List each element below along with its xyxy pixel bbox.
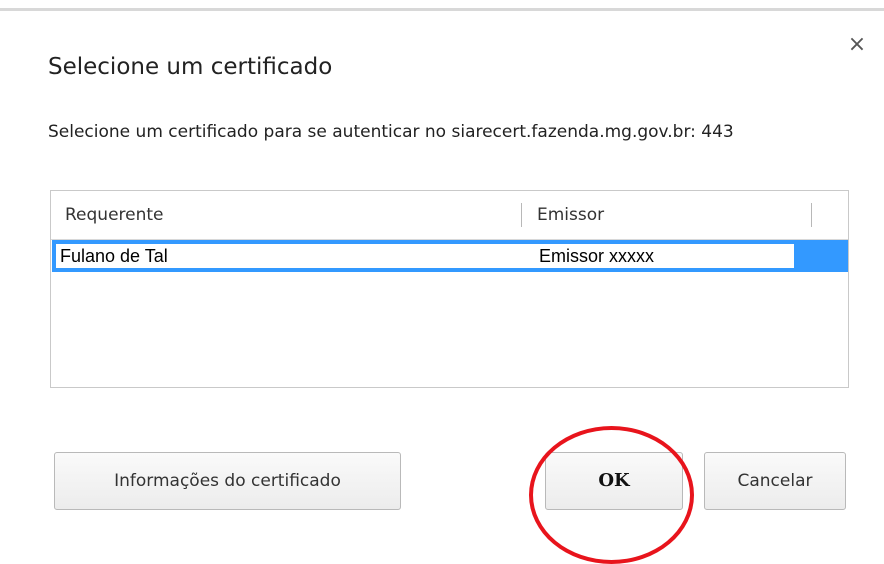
dialog-top-border [0,8,884,11]
certificate-table: Requerente Emissor Fulano de Tal Emissor… [50,190,849,388]
column-header-requerente[interactable]: Requerente [65,191,164,239]
dialog-title: Selecione um certificado [48,54,333,80]
table-row[interactable]: Fulano de Tal Emissor xxxxx [52,240,848,272]
cancel-button[interactable]: Cancelar [704,452,846,510]
cell-requerente: Fulano de Tal [60,246,168,266]
table-header: Requerente Emissor [51,191,848,240]
selected-row-inner: Fulano de Tal Emissor xxxxx [56,244,794,268]
close-icon[interactable]: × [846,34,868,56]
column-divider[interactable] [811,203,812,227]
ok-button[interactable]: OK [545,452,683,510]
certificate-info-button[interactable]: Informações do certificado [54,452,401,510]
column-divider[interactable] [521,203,522,227]
cell-emissor: Emissor xxxxx [539,246,655,266]
dialog-description: Selecione um certificado para se autenti… [48,122,734,142]
column-header-emissor[interactable]: Emissor [537,191,604,239]
